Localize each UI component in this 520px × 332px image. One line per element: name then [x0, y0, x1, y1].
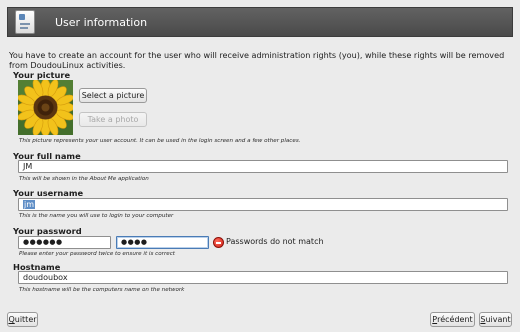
picture-note: This picture represents your user accoun… — [19, 138, 301, 144]
password-error-text: Passwords do not match — [226, 237, 324, 246]
user-settings-icon — [15, 10, 35, 34]
username-field[interactable]: jm — [18, 198, 508, 211]
take-photo-button[interactable]: Take a photo — [79, 112, 147, 127]
password-field[interactable]: ●●●●●● — [18, 236, 111, 249]
username-value: jm — [23, 200, 36, 209]
password-confirm-field[interactable]: ●●●● — [116, 236, 209, 249]
full-name-note: This will be shown in the About Me appli… — [19, 176, 149, 182]
password-note: Please enter your password twice to ensu… — [19, 251, 175, 257]
user-picture[interactable] — [18, 80, 73, 135]
next-button[interactable]: Suivant — [479, 312, 512, 327]
next-button-label: uivant — [485, 315, 511, 324]
previous-button-label: récédent — [437, 315, 473, 324]
picture-section-title: Your picture — [13, 70, 71, 80]
quit-button[interactable]: Quitter — [7, 312, 38, 327]
username-note: This is the name you will use to login t… — [19, 213, 174, 219]
sunflower-image — [18, 80, 73, 135]
username-title: Your username — [13, 188, 84, 198]
page-title: User information — [55, 15, 148, 29]
intro-text: You have to create an account for the us… — [9, 50, 505, 70]
password-title: Your password — [13, 226, 82, 236]
full-name-field[interactable]: JM — [18, 160, 508, 173]
previous-button[interactable]: Précédent — [430, 312, 475, 327]
quit-button-label: uitter — [14, 315, 37, 324]
hostname-field[interactable]: doudoubox — [18, 271, 508, 284]
select-picture-button[interactable]: Select a picture — [79, 88, 147, 103]
header-bar: User information — [7, 7, 513, 37]
hostname-note: This hostname will be the computers name… — [19, 287, 185, 293]
error-icon — [213, 237, 224, 248]
